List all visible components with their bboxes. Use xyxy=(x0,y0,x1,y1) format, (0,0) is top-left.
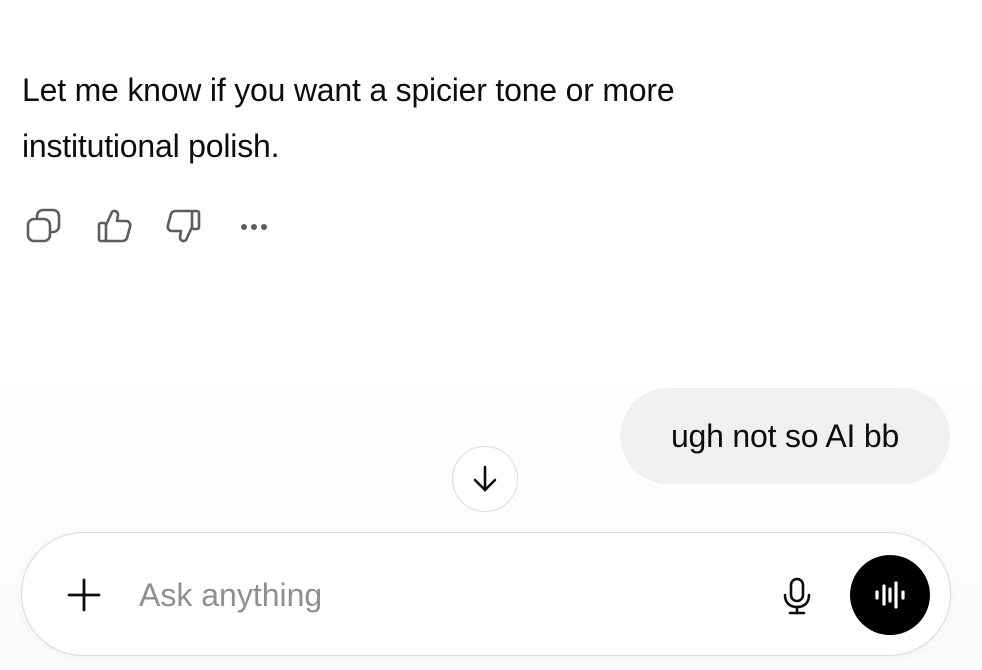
more-options-icon xyxy=(241,224,267,230)
copy-icon xyxy=(26,208,61,243)
assistant-message-line: Let me know if you want a spicier tone o… xyxy=(22,72,675,108)
bad-response-button[interactable] xyxy=(162,204,206,248)
prompt-input[interactable] xyxy=(139,569,739,621)
user-message-bubble: ugh not so AI bb xyxy=(620,388,950,484)
arrow-down-icon xyxy=(473,465,497,492)
plus-icon xyxy=(67,578,101,612)
dictate-button[interactable] xyxy=(772,571,822,621)
voice-mode-button[interactable] xyxy=(850,555,930,635)
user-message-text: ugh not so AI bb xyxy=(670,417,900,454)
chat-page: Let me know if you want a spicier tone o… xyxy=(0,0,982,670)
microphone-icon xyxy=(783,577,811,615)
voice-mode-icon xyxy=(875,581,905,609)
attach-button[interactable] xyxy=(60,571,108,619)
composer xyxy=(21,532,951,656)
thumbs-down-icon xyxy=(166,209,201,243)
assistant-message-line: institutional polish. xyxy=(22,128,280,164)
copy-button[interactable] xyxy=(22,204,66,248)
more-options-button[interactable] xyxy=(232,204,276,248)
thumbs-up-icon xyxy=(97,209,132,243)
assistant-message: Let me know if you want a spicier tone o… xyxy=(22,62,822,174)
good-response-button[interactable] xyxy=(92,204,136,248)
scroll-to-bottom-button[interactable] xyxy=(452,446,518,512)
